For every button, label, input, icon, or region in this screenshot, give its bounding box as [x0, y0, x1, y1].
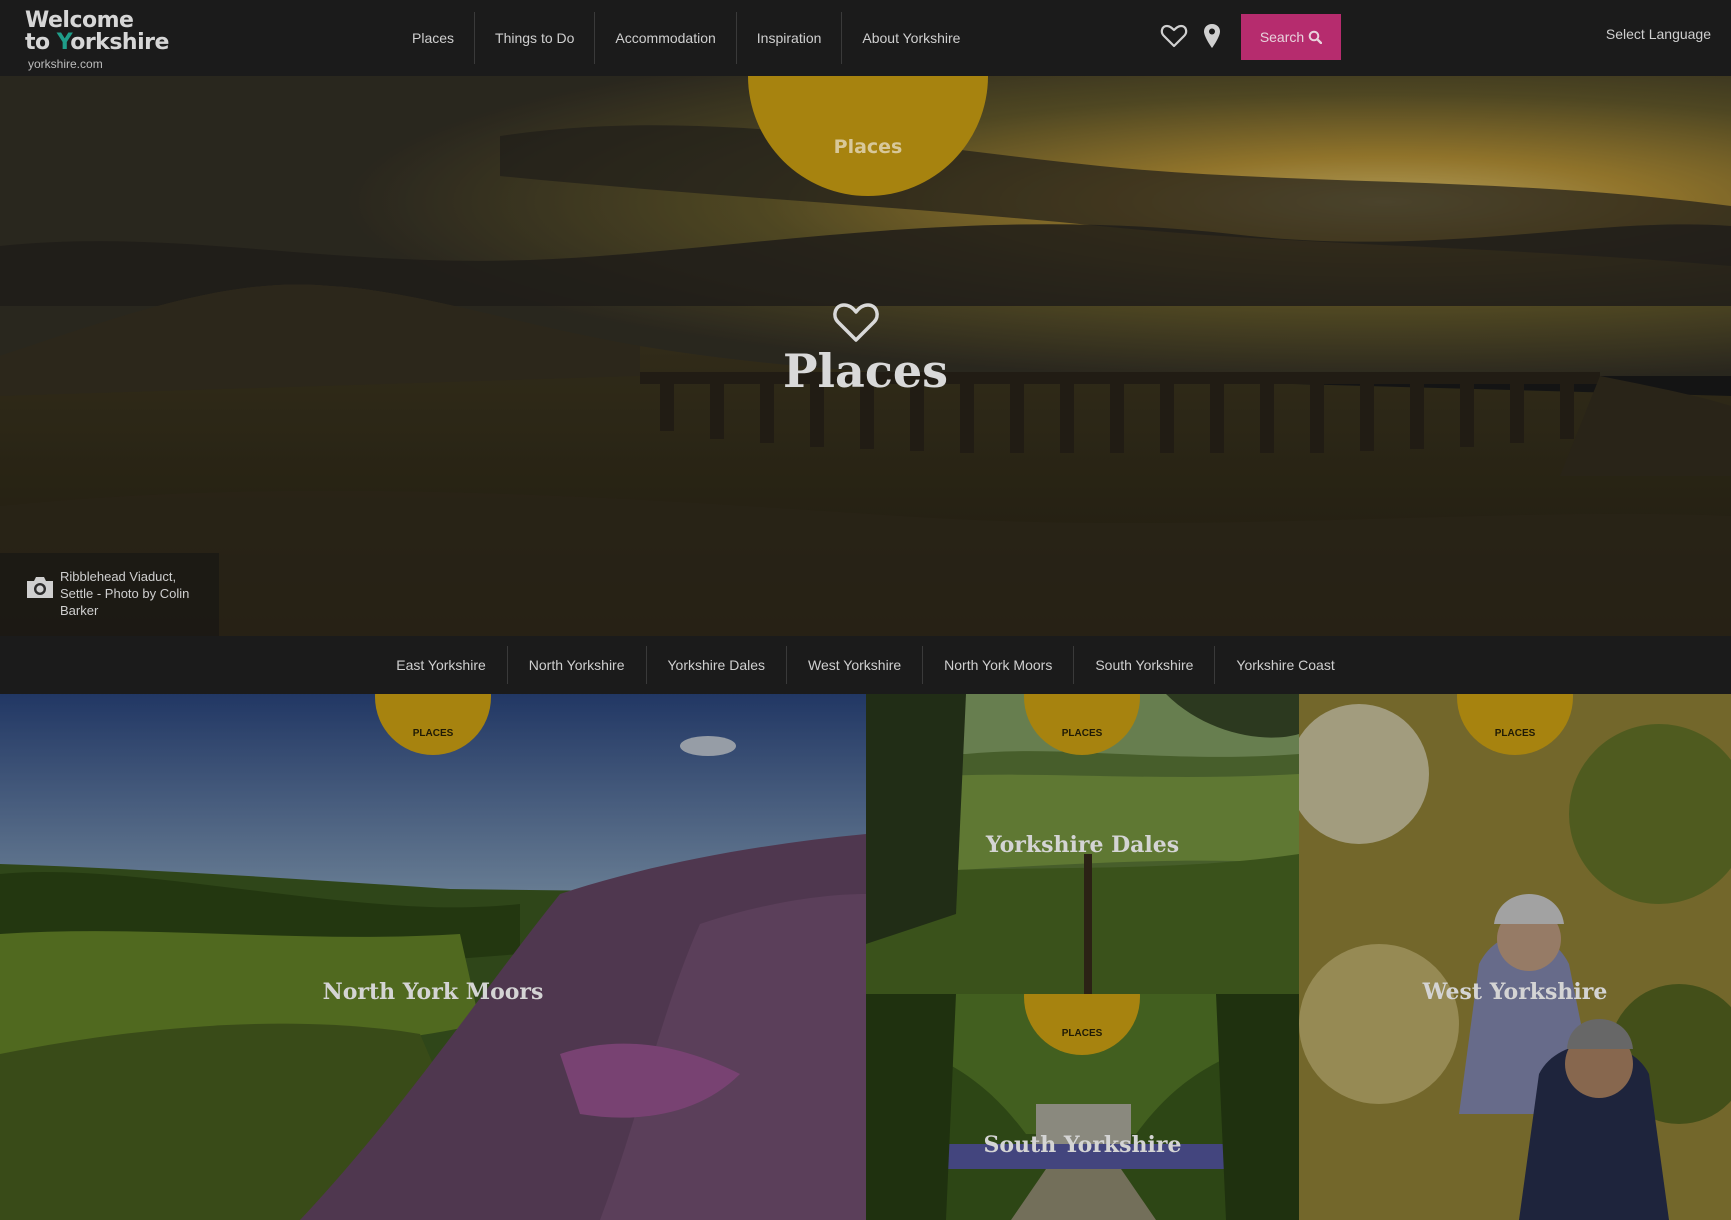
- region-yorkshire-coast[interactable]: Yorkshire Coast: [1215, 646, 1355, 684]
- nav-item-places[interactable]: Places: [392, 12, 476, 64]
- tile-shade: [0, 694, 866, 1220]
- header: Welcome to Yorkshire yorkshire.com Place…: [0, 0, 1731, 76]
- region-north-yorkshire[interactable]: North Yorkshire: [508, 646, 647, 684]
- photo-credit-text: Ribblehead Viaduct, Settle - Photo by Co…: [60, 569, 190, 618]
- nav-item-about-yorkshire[interactable]: About Yorkshire: [842, 12, 980, 64]
- tile-badge-label: PLACES: [1494, 728, 1536, 739]
- search-button[interactable]: Search: [1241, 14, 1341, 60]
- nav-item-accommodation[interactable]: Accommodation: [595, 12, 737, 64]
- tile-badge-label: PLACES: [412, 728, 454, 739]
- region-south-yorkshire[interactable]: South Yorkshire: [1074, 646, 1216, 684]
- region-west-yorkshire[interactable]: West Yorkshire: [787, 646, 924, 684]
- site-logo[interactable]: Welcome to Yorkshire yorkshire.com: [25, 8, 169, 72]
- tile-south-yorkshire[interactable]: PLACES South Yorkshire: [866, 994, 1299, 1220]
- region-yorkshire-dales[interactable]: Yorkshire Dales: [647, 646, 788, 684]
- tile-title: North York Moors: [322, 979, 544, 1005]
- tile-west-yorkshire[interactable]: PLACES West Yorkshire: [1299, 694, 1731, 1220]
- logo-url: yorkshire.com: [28, 57, 103, 71]
- search-icon: [1308, 30, 1323, 44]
- hero-heart-icon[interactable]: [831, 300, 881, 344]
- search-label: Search: [1259, 29, 1305, 45]
- hero-title: Places: [782, 344, 949, 398]
- tile-badge-label: PLACES: [1061, 1028, 1103, 1039]
- logo-line2-prefix: to: [25, 30, 57, 55]
- map-pin-icon[interactable]: [1202, 22, 1222, 50]
- hero-banner: Places Places Ribblehead Viaduct, Settle…: [0, 76, 1731, 636]
- nav-item-things-to-do[interactable]: Things to Do: [475, 12, 596, 64]
- tile-badge-label: PLACES: [1061, 728, 1103, 739]
- region-nav: East Yorkshire North Yorkshire Yorkshire…: [0, 636, 1731, 694]
- camera-icon: [27, 577, 53, 598]
- logo-line2-y: Y: [56, 30, 71, 55]
- region-north-york-moors[interactable]: North York Moors: [923, 646, 1075, 684]
- tile-title: Yorkshire Dales: [985, 832, 1180, 858]
- photo-credit: Ribblehead Viaduct, Settle - Photo by Co…: [0, 553, 219, 636]
- select-language[interactable]: Select Language: [1606, 26, 1711, 42]
- tile-north-york-moors[interactable]: PLACES North York Moors: [0, 694, 866, 1220]
- region-east-yorkshire[interactable]: East Yorkshire: [375, 646, 508, 684]
- logo-line2-rest: orkshire: [70, 30, 169, 55]
- tile-shade: [1299, 694, 1731, 1220]
- nav-item-inspiration[interactable]: Inspiration: [737, 12, 843, 64]
- heart-icon[interactable]: [1160, 22, 1188, 50]
- places-badge-label: Places: [833, 136, 903, 158]
- tile-title: South Yorkshire: [983, 1132, 1182, 1158]
- logo-line1: Welcome: [25, 8, 134, 33]
- tile-yorkshire-dales[interactable]: PLACES Yorkshire Dales: [866, 694, 1299, 994]
- tile-title: West Yorkshire: [1422, 979, 1608, 1005]
- main-nav: Places Things to Do Accommodation Inspir…: [392, 12, 980, 64]
- logo-line2: to Yorkshire: [25, 32, 169, 54]
